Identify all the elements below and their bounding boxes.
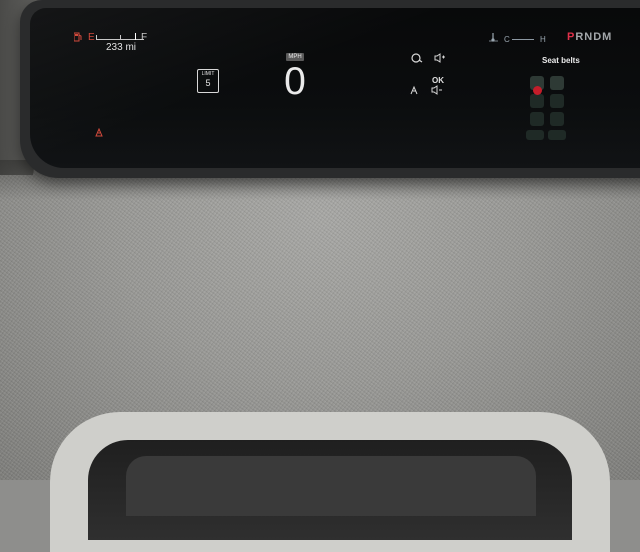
temp-gauge-bar <box>512 39 534 40</box>
temp-cold-label: C <box>504 35 510 44</box>
seat-rear-left <box>530 94 544 108</box>
seat-belts-title: Seat belts <box>542 56 580 65</box>
ok-label: OK <box>432 76 444 85</box>
speed-limit-label: LIMIT <box>201 71 215 77</box>
speed-limit-sign: LIMIT 5 <box>197 69 219 93</box>
volume-up-icon <box>434 53 445 63</box>
seat-rear-right <box>550 94 564 108</box>
temp-hot-label: H <box>540 35 546 44</box>
fuel-pump-icon <box>74 32 82 42</box>
seat-third-right <box>550 112 564 126</box>
instrument-cluster-screen: E F 233 mi LIMIT 5 MPH 0 OK C H PRNDM Se… <box>30 8 640 168</box>
seat-rear-bench-right <box>548 130 566 140</box>
fuel-level-needle <box>135 33 136 40</box>
storage-bin-rim <box>126 456 536 516</box>
seat-belt-diagram <box>524 72 574 144</box>
thermometer-icon <box>489 33 498 42</box>
fuel-gauge-tick <box>96 35 97 40</box>
driver-assist-icon <box>410 85 418 95</box>
speedometer-value: 0 <box>284 60 306 103</box>
fuel-gauge-tick <box>120 35 121 40</box>
seat-belt-alert-icon <box>533 86 542 95</box>
speed-limit-value: 5 <box>205 78 211 88</box>
range-readout: 233 mi <box>106 42 137 53</box>
seat-third-left <box>530 112 544 126</box>
gear-warning-icon <box>95 128 103 137</box>
gear-others: RNDM <box>575 31 613 43</box>
volume-down-icon <box>431 85 442 95</box>
seat-rear-bench-left <box>526 130 544 140</box>
steering-assist-icon <box>411 53 423 63</box>
seat-front-right <box>550 76 564 90</box>
gear-selector: PRNDM <box>567 30 612 44</box>
fuel-empty-label: E <box>88 32 95 43</box>
fuel-full-label: F <box>141 32 148 43</box>
